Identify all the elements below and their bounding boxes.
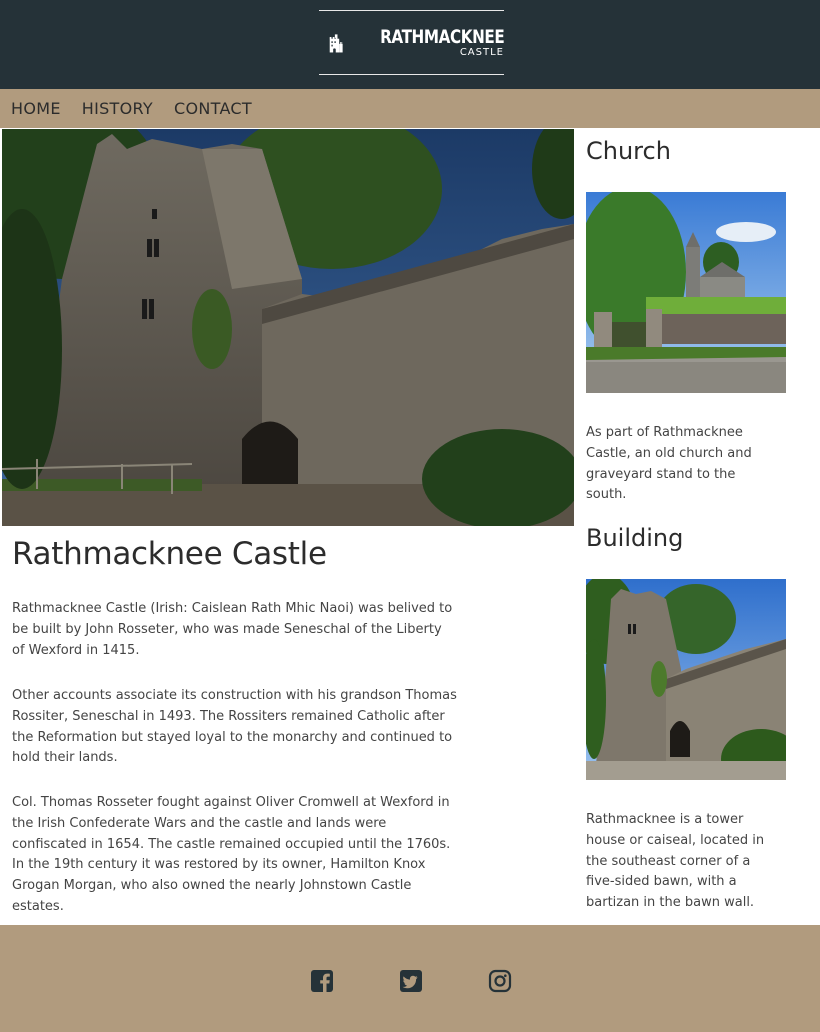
castle-hero-image xyxy=(2,129,574,526)
history-paragraph: Rathmacknee Castle (Irish: Caislean Rath… xyxy=(12,601,453,658)
facebook-icon[interactable] xyxy=(310,969,334,993)
logo-subtitle: CASTLE xyxy=(459,46,504,58)
history-paragraph: Other accounts associate its constructio… xyxy=(12,688,457,766)
castle-tower-icon xyxy=(329,33,343,52)
nav-contact[interactable]: CONTACT xyxy=(174,99,252,118)
site-header: RATHMACKNEE CASTLE xyxy=(0,0,820,89)
page-title: Rathmacknee Castle xyxy=(12,536,327,572)
building-heading: Building xyxy=(586,524,684,552)
church-heading: Church xyxy=(586,137,671,165)
building-description: Rathmacknee is a tower house or caiseal,… xyxy=(586,812,765,911)
logo-name: RATHMACKNEE xyxy=(379,25,505,48)
building-image xyxy=(586,579,786,780)
nav-home[interactable]: HOME xyxy=(11,99,61,118)
main-nav: HOME HISTORY CONTACT xyxy=(0,89,820,128)
history-paragraph: Col. Thomas Rosseter fought against Oliv… xyxy=(12,795,451,914)
church-image xyxy=(586,192,786,393)
church-description: As part of Rathmacknee Castle, an old ch… xyxy=(586,425,752,503)
site-logo[interactable]: RATHMACKNEE CASTLE xyxy=(319,10,504,75)
site-footer xyxy=(0,925,820,1032)
nav-history[interactable]: HISTORY xyxy=(82,99,153,118)
instagram-icon[interactable] xyxy=(488,969,512,993)
twitter-icon[interactable] xyxy=(399,969,423,993)
